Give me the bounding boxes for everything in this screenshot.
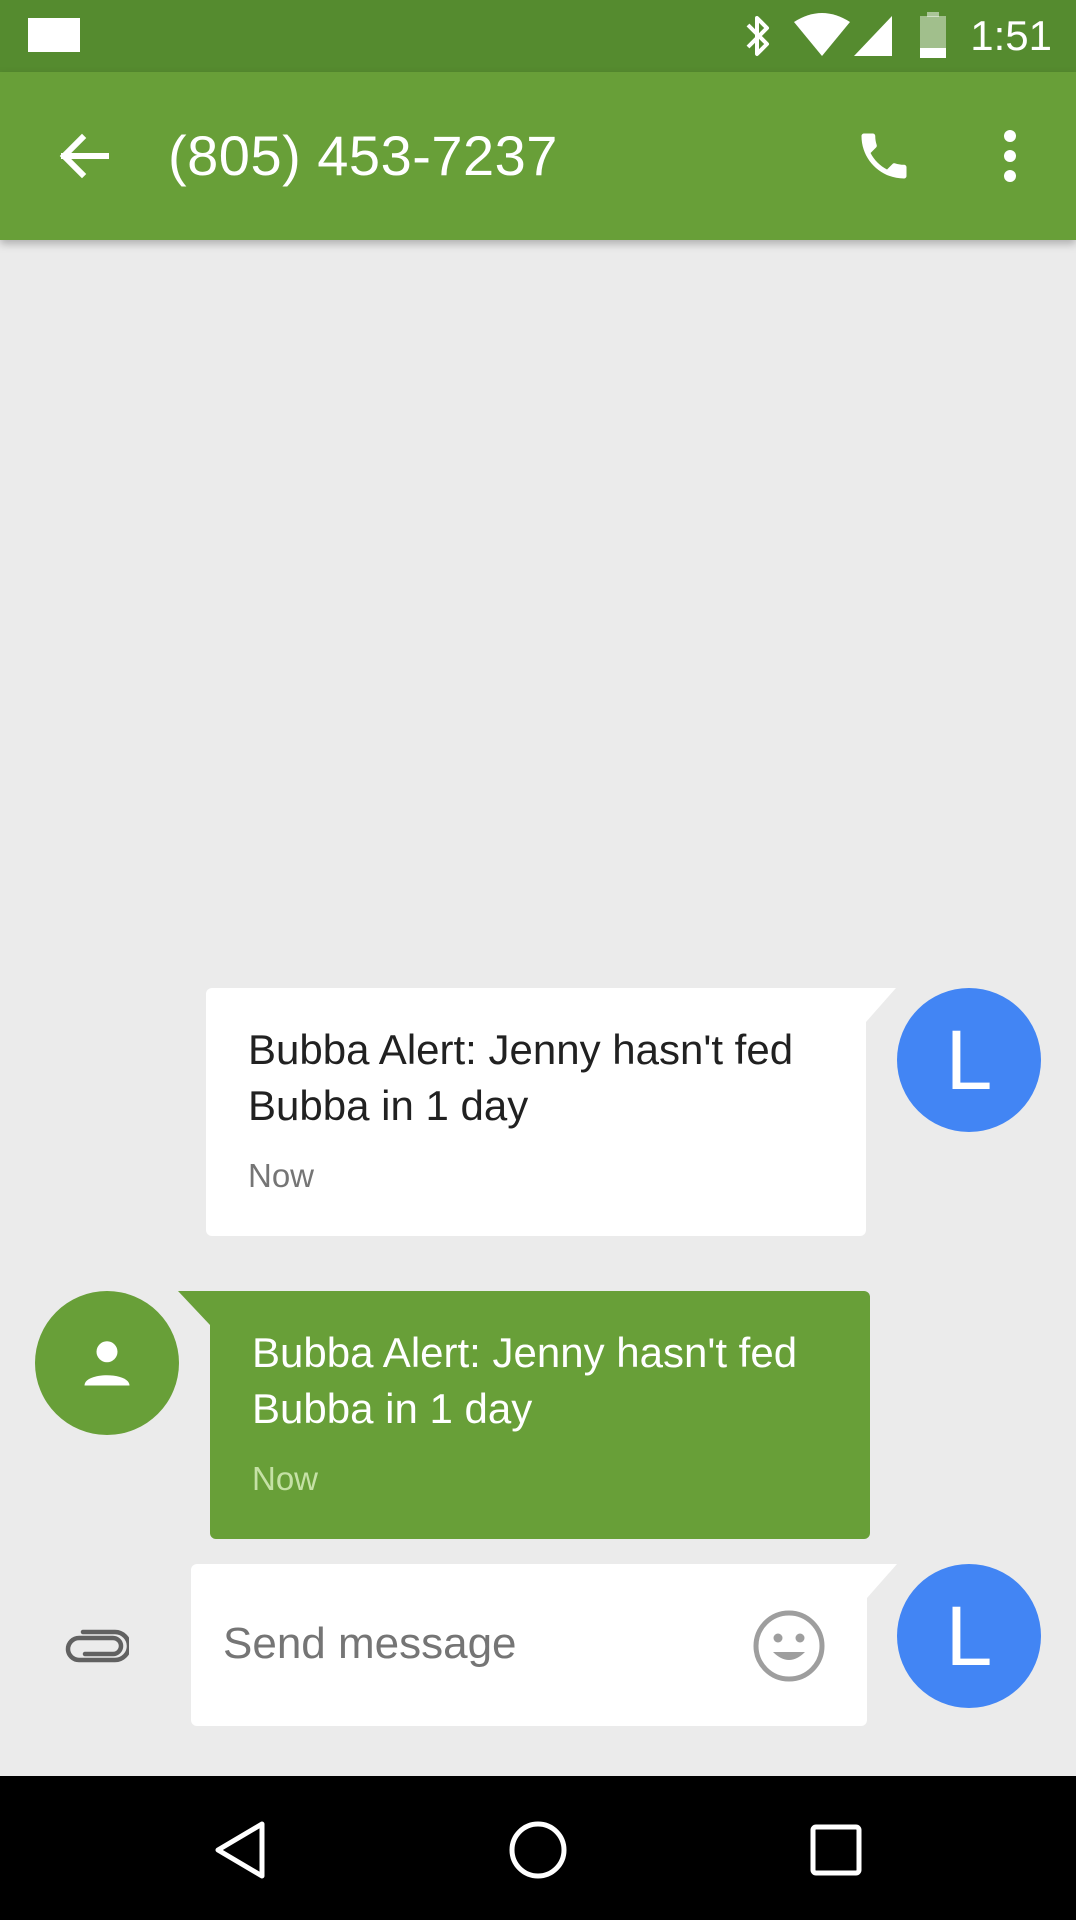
message-text: Bubba Alert: Jenny hasn't fed Bubba in 1…: [248, 1026, 794, 1129]
bubble-tail: [178, 1291, 210, 1325]
call-button[interactable]: [844, 116, 924, 196]
paperclip-icon: [65, 1629, 129, 1663]
messaging-screen: 1:51 (805) 453-7237 Bubba Alert: Jenny h…: [0, 0, 1076, 1920]
system-navigation-bar: [0, 1776, 1076, 1920]
conversation-app-bar: (805) 453-7237: [0, 72, 1076, 240]
self-avatar[interactable]: [35, 1291, 179, 1435]
nav-back-button[interactable]: [190, 1800, 290, 1900]
recents-square-icon: [810, 1824, 862, 1876]
contact-avatar[interactable]: L: [897, 988, 1041, 1132]
compose-tail: [867, 1564, 897, 1598]
status-bar: 1:51: [0, 0, 1076, 72]
cell-signal-icon: [852, 12, 894, 65]
avatar-letter: L: [945, 1013, 993, 1107]
message-timestamp: Now: [248, 1157, 315, 1194]
compose-box: [191, 1564, 867, 1726]
bluetooth-icon: [740, 12, 776, 65]
wifi-icon: [792, 12, 852, 65]
emoji-icon: [753, 1610, 825, 1682]
home-circle-icon: [509, 1821, 567, 1879]
send-as-avatar[interactable]: L: [897, 1564, 1041, 1708]
person-icon: [84, 1341, 130, 1386]
back-button[interactable]: [44, 116, 124, 196]
nav-home-button[interactable]: [488, 1800, 588, 1900]
emoji-button[interactable]: [749, 1606, 829, 1686]
back-triangle-icon: [215, 1821, 265, 1879]
nav-recents-button[interactable]: [786, 1800, 886, 1900]
phone-icon: [861, 133, 907, 179]
message-bubble-outgoing[interactable]: Bubba Alert: Jenny hasn't fed Bubba in 1…: [210, 1291, 870, 1539]
send-message-input[interactable]: [223, 1608, 723, 1680]
contact-title: (805) 453-7237: [168, 124, 558, 187]
battery-icon: [918, 12, 948, 65]
avatar-letter: L: [945, 1589, 993, 1683]
message-text: Bubba Alert: Jenny hasn't fed Bubba in 1…: [252, 1329, 798, 1432]
status-time: 1:51: [970, 12, 1052, 59]
message-bubble-incoming[interactable]: Bubba Alert: Jenny hasn't fed Bubba in 1…: [206, 988, 866, 1236]
message-timestamp: Now: [252, 1460, 319, 1497]
back-arrow-icon: [59, 133, 109, 179]
bubble-tail: [866, 988, 896, 1022]
more-options-button[interactable]: [970, 116, 1050, 196]
notification-icon: [28, 18, 80, 52]
attach-button[interactable]: [56, 1612, 136, 1676]
more-vert-icon: [1004, 130, 1016, 182]
